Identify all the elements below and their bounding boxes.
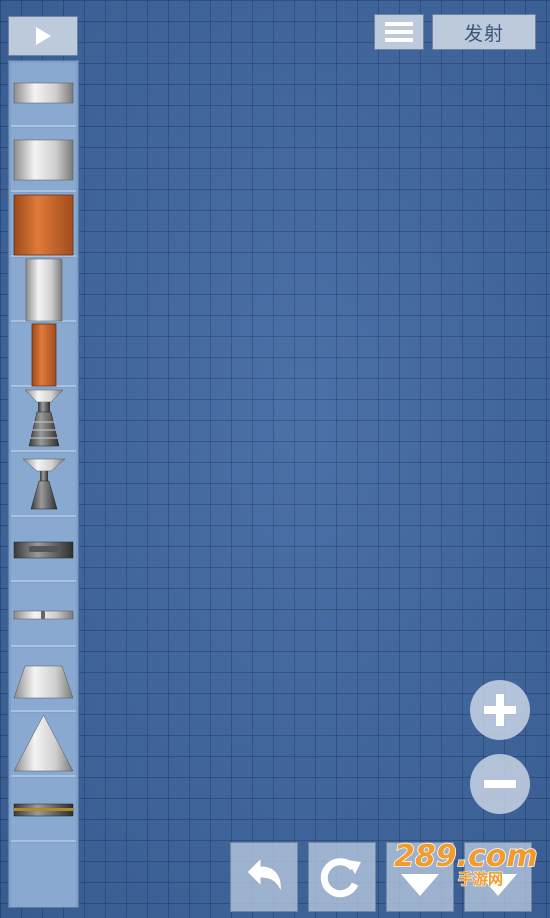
adapter-icon bbox=[13, 665, 74, 699]
decoupler-icon bbox=[13, 610, 74, 620]
part-adapter-frustum[interactable] bbox=[11, 648, 76, 712]
watermark-brand: 289.com bbox=[394, 839, 538, 874]
undo-icon bbox=[246, 856, 282, 893]
parts-list bbox=[8, 60, 79, 908]
play-icon bbox=[36, 27, 51, 45]
rotate-icon bbox=[320, 858, 361, 898]
part-engine-small[interactable] bbox=[11, 453, 76, 517]
fuel-tank-icon bbox=[13, 194, 74, 256]
menu-button[interactable] bbox=[374, 14, 424, 50]
grid-shading bbox=[0, 0, 550, 918]
fuel-tank-icon bbox=[13, 82, 74, 104]
part-fuel-tank-medium[interactable] bbox=[11, 128, 76, 192]
minus-icon bbox=[484, 780, 516, 788]
play-button[interactable] bbox=[8, 16, 78, 56]
watermark-subtitle: 手游网 bbox=[458, 870, 503, 888]
parts-sidebar bbox=[6, 10, 79, 908]
plus-icon bbox=[484, 694, 516, 726]
part-fuel-tank-orange-thin[interactable] bbox=[11, 323, 76, 387]
launch-label: 发射 bbox=[463, 22, 504, 45]
launch-button[interactable]: 发射 bbox=[432, 14, 536, 50]
engine-icon bbox=[24, 389, 64, 447]
part-heat-shield[interactable] bbox=[11, 778, 76, 842]
part-engine-large[interactable] bbox=[11, 388, 76, 452]
part-fuel-tank-small[interactable] bbox=[11, 63, 76, 127]
fuel-tank-icon bbox=[31, 323, 57, 387]
engine-icon bbox=[22, 458, 66, 510]
fuel-tank-icon bbox=[13, 139, 74, 181]
hamburger-menu-icon bbox=[385, 22, 413, 42]
watermark-logo: 289.com 手游网 bbox=[392, 838, 542, 888]
part-separator[interactable] bbox=[11, 518, 76, 582]
rotate-button[interactable] bbox=[308, 842, 376, 912]
part-nose-cone[interactable] bbox=[11, 713, 76, 777]
part-slot-empty bbox=[11, 843, 76, 907]
undo-button[interactable] bbox=[230, 842, 298, 912]
separator-icon bbox=[13, 541, 74, 559]
part-fuel-tank-orange-large[interactable] bbox=[11, 193, 76, 257]
heat-shield-icon bbox=[13, 803, 74, 817]
part-fuel-tank-tall[interactable] bbox=[11, 258, 76, 322]
zoom-in-button[interactable] bbox=[470, 680, 530, 740]
fuel-tank-icon bbox=[25, 258, 63, 322]
watermark-graphic: 289.com 手游网 bbox=[393, 838, 538, 888]
part-decoupler-thin[interactable] bbox=[11, 583, 76, 647]
nose-cone-icon bbox=[13, 714, 74, 772]
zoom-out-button[interactable] bbox=[470, 754, 530, 814]
